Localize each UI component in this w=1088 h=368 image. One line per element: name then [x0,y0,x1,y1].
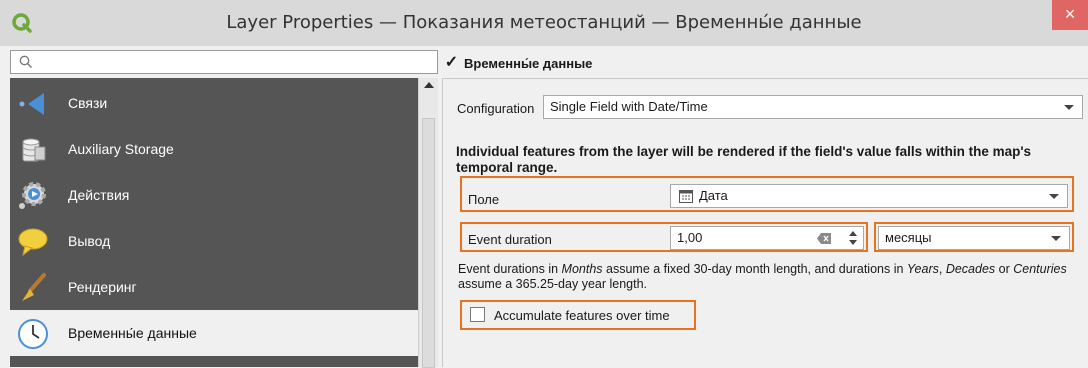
calendar-icon [679,190,693,203]
close-button[interactable]: × [1052,0,1088,30]
note-text: , [938,262,946,276]
sidebar-item-actions[interactable]: Действия [10,172,418,218]
sidebar-item-label: Auxiliary Storage [68,141,174,157]
sidebar-item-label: Вывод [68,233,111,249]
display-speech-bubble-icon [18,228,48,257]
spin-arrows-icon[interactable] [847,227,859,249]
sidebar-item-temporal[interactable]: Временны́е данные [10,310,418,356]
note-years: Years [906,262,939,276]
clear-icon[interactable] [817,233,831,244]
chevron-down-icon [1051,236,1061,241]
event-duration-label: Event duration [468,232,552,247]
accumulate-checkbox[interactable] [470,307,485,322]
search-icon [19,55,32,68]
scroll-thumb[interactable] [422,118,435,368]
event-duration-spinbox[interactable]: 1,00 [670,226,864,250]
sidebar-item-display[interactable]: Вывод [10,218,418,264]
note-text: assume a fixed 30-day month length, and … [602,262,907,276]
search-input[interactable] [39,53,429,71]
sidebar-item-label: Временны́е данные [68,325,197,341]
field-label: Поле [468,192,500,207]
note-text: Event durations in [458,262,562,276]
sidebar: Связи Auxiliary Storage Действия Вывод Р… [0,48,440,368]
note-decades: Decades [945,262,996,276]
chevron-down-icon [1064,105,1074,110]
note-months: Months [561,262,603,276]
window-title: Layer Properties — Показания метеостанци… [226,12,862,33]
sidebar-item-label: Рендеринг [68,279,137,295]
nav-list: Связи Auxiliary Storage Действия Вывод Р… [10,78,418,367]
sidebar-scrollbar[interactable] [418,78,438,368]
duration-unit-combo[interactable]: месяцы [878,226,1070,250]
temporal-group-header[interactable]: ✓ Временны́е данные [442,50,1088,78]
note-text: assume a 365.25-day year length. [458,277,648,291]
duration-note: Event durations in Months assume a fixed… [458,262,1078,292]
configuration-combo[interactable]: Single Field with Date/Time [543,95,1083,119]
relations-icon [19,93,44,115]
note-centuries: Centuries [1013,262,1067,276]
sidebar-item-rendering[interactable]: Рендеринг [10,264,418,310]
description-text: Individual features from the layer will … [456,144,1032,175]
rendering-brush-icon [22,273,46,301]
duration-unit-value: месяцы [885,230,932,245]
search-box[interactable] [10,50,438,74]
clock-icon [18,319,48,349]
sidebar-item-label: Действия [68,187,130,203]
temporal-group-title: Временны́е данные [464,56,593,71]
sidebar-item-label: Связи [68,95,108,111]
accumulate-label[interactable]: Accumulate features over time [494,308,670,323]
sidebar-item-relations[interactable]: Связи [10,80,418,126]
field-combo[interactable]: Дата [670,184,1068,208]
title-bar: Layer Properties — Показания метеостанци… [0,0,1088,46]
note-text: or [995,262,1014,276]
configuration-value: Single Field with Date/Time [550,99,708,114]
sidebar-item-auxiliary-storage[interactable]: Auxiliary Storage [10,126,418,172]
chevron-down-icon [1049,194,1059,199]
scroll-up-arrow-icon[interactable] [424,82,434,88]
temporal-panel: ✓ Временны́е данные Configuration Single… [442,48,1088,367]
field-value: Дата [699,188,728,203]
configuration-label: Configuration [457,101,535,116]
actions-gear-icon [19,182,46,209]
temporal-enabled-checkbox[interactable]: ✓ [444,55,459,71]
database-icon [22,138,46,162]
event-duration-value: 1,00 [677,230,703,245]
